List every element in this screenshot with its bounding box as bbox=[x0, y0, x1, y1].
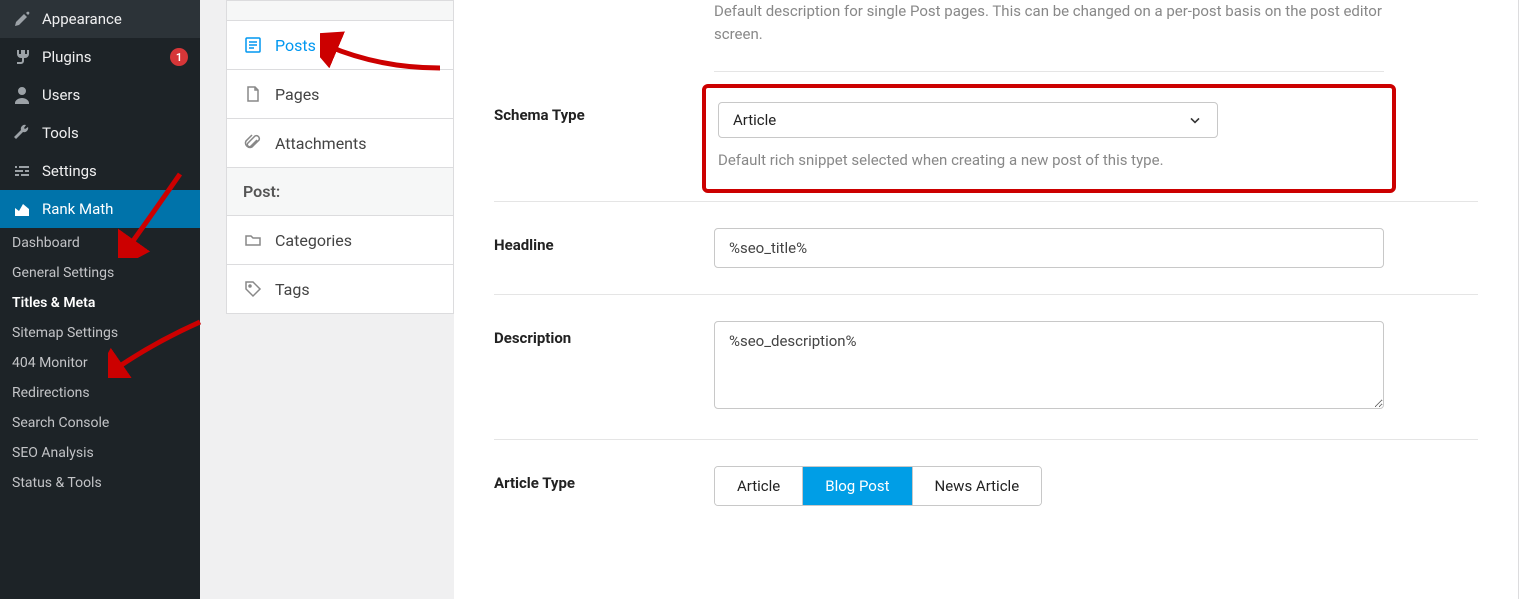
tab-label: Attachments bbox=[275, 134, 367, 153]
menu-label: Settings bbox=[42, 162, 188, 180]
row-article-type: Article Type Article Blog Post News Arti… bbox=[494, 440, 1478, 532]
chart-icon bbox=[12, 199, 32, 219]
row-headline: Headline bbox=[494, 202, 1478, 295]
description-input[interactable] bbox=[714, 321, 1384, 409]
plug-icon bbox=[12, 47, 32, 67]
intro-help-text: Default description for single Post page… bbox=[714, 0, 1384, 72]
field-label: Description bbox=[494, 321, 714, 347]
tab-label: Posts bbox=[275, 36, 316, 55]
tab-categories[interactable]: Categories bbox=[226, 215, 454, 264]
field-help: Default rich snippet selected when creat… bbox=[718, 150, 1380, 171]
tab-pages[interactable]: Pages bbox=[226, 69, 454, 118]
headline-input[interactable] bbox=[714, 228, 1384, 268]
tab-heading-label: Post: bbox=[243, 182, 280, 201]
submenu-redirections[interactable]: Redirections bbox=[0, 378, 200, 408]
update-badge: 1 bbox=[170, 48, 188, 66]
wrench-icon bbox=[12, 123, 32, 143]
schema-type-select[interactable]: Article bbox=[718, 102, 1380, 138]
tab-posts[interactable]: Posts bbox=[226, 20, 454, 69]
field-label: Schema Type bbox=[494, 98, 714, 124]
menu-tools[interactable]: Tools bbox=[0, 114, 200, 152]
submenu-dashboard[interactable]: Dashboard bbox=[0, 228, 200, 258]
tab-label: Tags bbox=[275, 280, 310, 299]
article-type-news-article[interactable]: News Article bbox=[913, 467, 1042, 505]
menu-label: Users bbox=[42, 86, 188, 104]
menu-appearance[interactable]: Appearance bbox=[0, 0, 200, 38]
wp-admin-sidebar: Appearance Plugins 1 Users Tools Setting… bbox=[0, 0, 200, 599]
settings-tabs: Posts Pages Attachments Post: Categories… bbox=[200, 0, 454, 599]
menu-plugins[interactable]: Plugins 1 bbox=[0, 38, 200, 76]
tab-attachments[interactable]: Attachments bbox=[226, 118, 454, 167]
submenu-seo-analysis[interactable]: SEO Analysis bbox=[0, 438, 200, 468]
submenu-titles-meta[interactable]: Titles & Meta bbox=[0, 288, 200, 318]
menu-label: Appearance bbox=[42, 10, 188, 28]
menu-rank-math[interactable]: Rank Math bbox=[0, 190, 200, 228]
tab-label: Pages bbox=[275, 85, 319, 104]
tab-heading-post: Post: bbox=[226, 167, 454, 215]
folder-icon bbox=[243, 230, 263, 250]
settings-panel: Default description for single Post page… bbox=[454, 0, 1519, 599]
article-type-blog-post[interactable]: Blog Post bbox=[803, 467, 912, 505]
row-description: Description bbox=[494, 295, 1478, 440]
field-label: Headline bbox=[494, 228, 714, 254]
menu-settings[interactable]: Settings bbox=[0, 152, 200, 190]
menu-users[interactable]: Users bbox=[0, 76, 200, 114]
row-schema-type: Schema Type Article Default rich snippet… bbox=[494, 72, 1478, 202]
submenu-sitemap-settings[interactable]: Sitemap Settings bbox=[0, 318, 200, 348]
select-value: Article bbox=[733, 111, 776, 129]
menu-label: Rank Math bbox=[42, 200, 188, 218]
tab-label: Categories bbox=[275, 231, 352, 250]
post-icon bbox=[243, 35, 263, 55]
rank-math-submenu: Dashboard General Settings Titles & Meta… bbox=[0, 228, 200, 498]
article-type-group: Article Blog Post News Article bbox=[714, 466, 1042, 506]
sliders-icon bbox=[12, 161, 32, 181]
page-icon bbox=[243, 84, 263, 104]
submenu-search-console[interactable]: Search Console bbox=[0, 408, 200, 438]
field-label: Article Type bbox=[494, 466, 714, 492]
menu-label: Tools bbox=[42, 124, 188, 142]
tab-tags[interactable]: Tags bbox=[226, 264, 454, 314]
brush-icon bbox=[12, 9, 32, 29]
article-type-article[interactable]: Article bbox=[715, 467, 803, 505]
submenu-status-tools[interactable]: Status & Tools bbox=[0, 468, 200, 498]
menu-label: Plugins bbox=[42, 48, 160, 66]
submenu-general-settings[interactable]: General Settings bbox=[0, 258, 200, 288]
annotation-highlight: Article Default rich snippet selected wh… bbox=[702, 84, 1396, 193]
tag-icon bbox=[243, 279, 263, 299]
paperclip-icon bbox=[243, 133, 263, 153]
submenu-404-monitor[interactable]: 404 Monitor bbox=[0, 348, 200, 378]
chevron-down-icon bbox=[1187, 112, 1203, 128]
user-icon bbox=[12, 85, 32, 105]
